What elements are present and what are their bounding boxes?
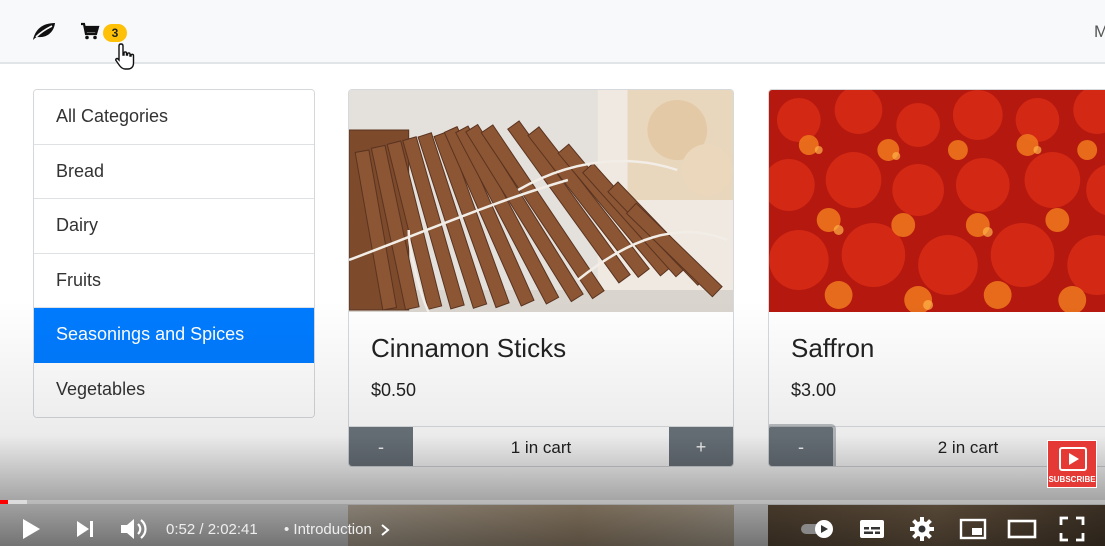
category-item-fruits[interactable]: Fruits — [34, 253, 314, 308]
category-item-dairy[interactable]: Dairy — [34, 199, 314, 254]
next-icon[interactable] — [72, 516, 98, 542]
cart-count-badge: 3 — [103, 24, 127, 42]
chevron-right-icon[interactable] — [378, 523, 392, 537]
category-item-all[interactable]: All Categories — [34, 90, 314, 145]
decrease-quantity-button[interactable]: - — [349, 427, 413, 466]
subscribe-watermark[interactable]: SUBSCRIBE — [1047, 440, 1097, 488]
saffron-image — [769, 90, 1105, 312]
time-display: 0:52 / 2:02:41 — [166, 521, 258, 538]
progress-played — [0, 500, 8, 504]
hand-pointer-cursor-icon — [113, 42, 139, 72]
player-controls: 0:52 / 2:02:41 • Introduction — [0, 510, 1105, 546]
decrease-quantity-button[interactable]: - — [769, 427, 833, 466]
category-item-vegetables[interactable]: Vegetables — [34, 362, 314, 417]
progress-bar[interactable] — [0, 500, 1105, 504]
product-name: Saffron — [791, 333, 875, 363]
settings-gear-icon[interactable] — [908, 516, 936, 542]
cart-quantity-control: - 1 in cart + — [349, 426, 733, 466]
category-list: All Categories Bread Dairy Fruits Season… — [33, 89, 315, 418]
shopping-cart-icon[interactable] — [80, 22, 100, 40]
autoplay-toggle-icon[interactable] — [800, 516, 836, 542]
play-icon[interactable] — [18, 516, 44, 542]
fullscreen-icon[interactable] — [1058, 516, 1086, 542]
product-name: Cinnamon Sticks — [371, 333, 567, 363]
chapter-title[interactable]: • Introduction — [284, 521, 372, 538]
nav-right-link[interactable]: M — [1094, 22, 1105, 42]
volume-icon[interactable] — [118, 516, 150, 542]
category-item-seasonings[interactable]: Seasonings and Spices — [34, 308, 314, 363]
subtitles-icon[interactable] — [858, 516, 886, 542]
theater-mode-icon[interactable] — [1006, 516, 1038, 542]
cinnamon-sticks-image — [349, 90, 733, 312]
play-icon — [1059, 447, 1087, 471]
increase-quantity-button[interactable]: + — [669, 427, 733, 466]
subscribe-label: SUBSCRIBE — [1048, 475, 1096, 484]
product-price: $0.50 — [371, 380, 417, 400]
miniplayer-icon[interactable] — [958, 516, 988, 542]
product-card: Saffron $3.00 - 2 in cart — [768, 89, 1105, 467]
product-card: Cinnamon Sticks $0.50 - 1 in cart + — [348, 89, 734, 467]
in-cart-count: 1 in cart — [510, 437, 572, 457]
product-price: $3.00 — [791, 380, 837, 400]
leaf-logo-icon[interactable] — [30, 20, 58, 42]
category-item-bread[interactable]: Bread — [34, 144, 314, 199]
navbar: 3 M — [0, 0, 1105, 70]
